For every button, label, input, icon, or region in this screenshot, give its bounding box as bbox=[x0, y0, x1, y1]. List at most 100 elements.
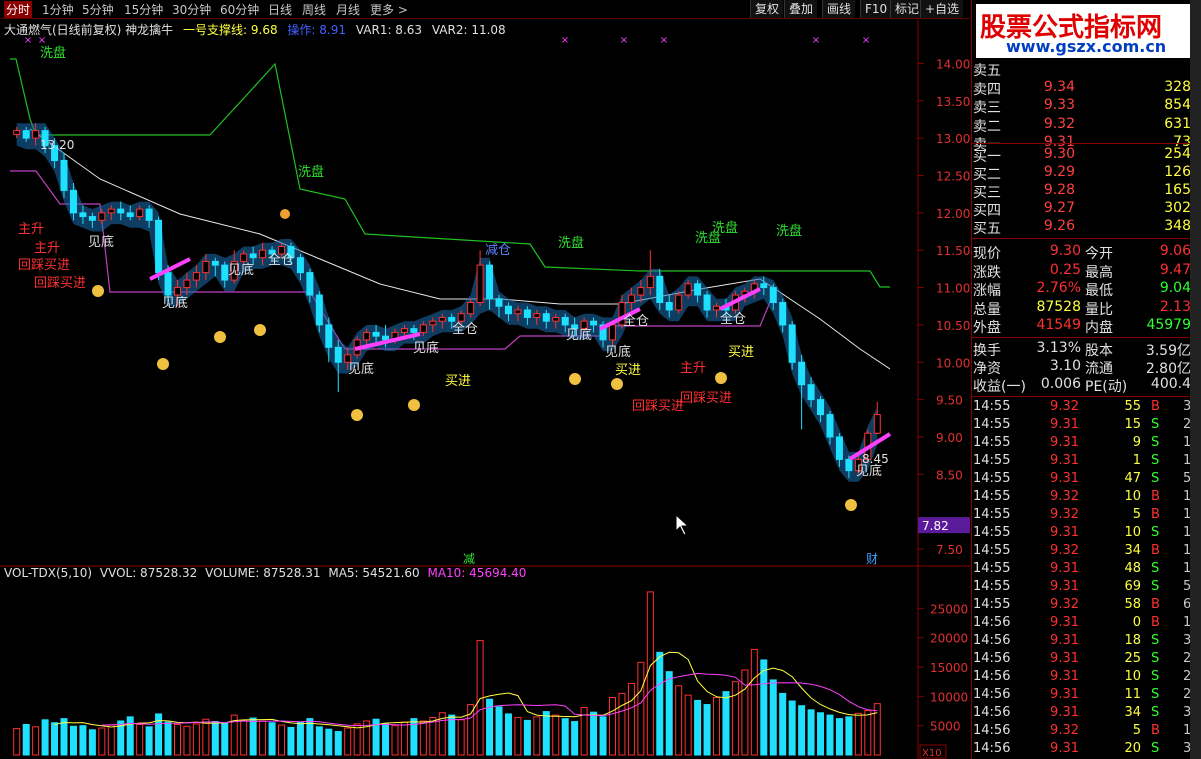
tick-volume: 11 bbox=[1124, 687, 1141, 702]
toolbar-button-0[interactable]: 复权 bbox=[750, 0, 784, 18]
tick-volume: 34 bbox=[1124, 705, 1141, 720]
tick-volume: 10 bbox=[1124, 525, 1141, 540]
money-bag-icon bbox=[715, 372, 727, 384]
candle-body bbox=[79, 212, 87, 218]
candle-body bbox=[552, 316, 560, 322]
tick-time: 14:55 bbox=[973, 471, 1011, 486]
bid-price: 9.29 bbox=[1043, 164, 1075, 180]
tick-price: 9.32 bbox=[1050, 507, 1079, 522]
toolbar-button-3[interactable]: F10 bbox=[860, 0, 892, 18]
quote-row: 涨幅 2.76% 最低 9.04 bbox=[973, 280, 1195, 299]
tick-volume: 34 bbox=[1124, 543, 1141, 558]
tick-scrollbar[interactable] bbox=[1190, 0, 1201, 759]
quancang-label: 全仓 bbox=[720, 311, 746, 327]
candle-body bbox=[703, 294, 711, 311]
quancang-label: 全仓 bbox=[623, 313, 649, 329]
quancang-label: 全仓 bbox=[268, 252, 294, 268]
volume-bar bbox=[183, 725, 191, 756]
candle-body bbox=[684, 283, 692, 296]
tick-side: S bbox=[1151, 561, 1160, 576]
period-tab-4[interactable]: 30分钟 bbox=[172, 1, 211, 18]
quote-value: 3.10 bbox=[1049, 358, 1081, 374]
period-tab-9[interactable]: 更多 > bbox=[370, 1, 408, 18]
period-tab-0[interactable]: 分时 bbox=[4, 1, 33, 18]
period-tab-6[interactable]: 日线 bbox=[268, 1, 292, 18]
candle-body bbox=[760, 283, 768, 289]
period-tab-2[interactable]: 5分钟 bbox=[82, 1, 114, 18]
tick-side: B bbox=[1151, 615, 1160, 630]
bid-price: 9.30 bbox=[1043, 146, 1075, 162]
candle-body bbox=[637, 287, 645, 296]
candle-body bbox=[60, 160, 68, 191]
price-axis-label: 10.50 bbox=[936, 319, 970, 333]
ask-label: 卖二 bbox=[973, 118, 1001, 135]
tick-volume: 20 bbox=[1124, 741, 1141, 756]
volume-bar bbox=[684, 694, 692, 756]
tick-volume: 0 bbox=[1132, 615, 1141, 630]
toolbar-button-4[interactable]: 标记 bbox=[890, 0, 924, 18]
volume-bar bbox=[192, 723, 200, 756]
quote-value: 400.4 bbox=[1150, 376, 1191, 392]
volume-bar bbox=[713, 697, 721, 756]
magenta-support-line bbox=[10, 170, 775, 350]
candle-body bbox=[533, 313, 541, 318]
tick-volume: 25 bbox=[1124, 651, 1141, 666]
volume-bar bbox=[98, 727, 106, 756]
candle-body bbox=[117, 208, 125, 214]
tick-price: 9.31 bbox=[1050, 705, 1079, 720]
quote-value: 3.59亿 bbox=[1145, 343, 1191, 359]
toolbar-button-5[interactable]: +自选 bbox=[920, 0, 964, 18]
tick-row: 14:55 9.31 15 S 2 bbox=[973, 417, 1195, 435]
jiandi-label: 见底 bbox=[605, 344, 631, 360]
tick-row: 14:55 9.31 47 S 5 bbox=[973, 471, 1195, 489]
candle-body bbox=[476, 264, 484, 303]
volume-bar bbox=[854, 712, 862, 756]
tick-volume: 55 bbox=[1124, 399, 1141, 414]
volume-bar bbox=[817, 712, 825, 756]
money-bag-icon bbox=[408, 399, 420, 411]
tick-time: 14:56 bbox=[973, 687, 1011, 702]
volume-bar bbox=[646, 591, 654, 756]
toolbar-button-1[interactable]: 叠加 bbox=[784, 0, 818, 18]
tick-volume: 18 bbox=[1124, 633, 1141, 648]
tick-price: 9.31 bbox=[1050, 417, 1079, 432]
tick-price: 9.31 bbox=[1050, 687, 1079, 702]
price-axis-label: 13.00 bbox=[936, 132, 970, 146]
candle-body bbox=[22, 130, 30, 139]
tick-row: 14:55 9.32 58 B 6 bbox=[973, 597, 1195, 615]
quote-value: 0.006 bbox=[1040, 376, 1081, 392]
candle-body bbox=[183, 279, 191, 289]
volume-bar bbox=[571, 721, 579, 756]
quote-value: 0.25 bbox=[1049, 261, 1081, 278]
period-tab-1[interactable]: 1分钟 bbox=[42, 1, 74, 18]
volume-bar bbox=[240, 719, 248, 756]
tick-row: 14:56 9.31 10 S 2 bbox=[973, 669, 1195, 687]
jiandi-label: 见底 bbox=[88, 234, 114, 250]
period-tab-5[interactable]: 60分钟 bbox=[220, 1, 259, 18]
volume-bar bbox=[779, 692, 787, 756]
volume-bar bbox=[249, 717, 257, 756]
volume-bar bbox=[656, 651, 664, 756]
quote-label: 最低 bbox=[1085, 283, 1113, 299]
period-tab-7[interactable]: 周线 bbox=[302, 1, 326, 18]
price-axis-label: 7.82 bbox=[922, 519, 949, 533]
candle-body bbox=[448, 316, 456, 322]
volume-bar bbox=[457, 719, 465, 756]
x-mark: × bbox=[660, 35, 668, 46]
volume-bar bbox=[741, 669, 749, 756]
quote-value: 9.47 bbox=[1159, 261, 1191, 278]
period-tab-3[interactable]: 15分钟 bbox=[124, 1, 163, 18]
kline-chart[interactable]: 14.00 13.50 13.00 12.50 12.00 11.50 11.00 10.50… bbox=[0, 19, 970, 759]
bid-volume: 302 bbox=[1164, 200, 1191, 216]
toolbar-button-2[interactable]: 画线 bbox=[822, 0, 856, 18]
ask-volume: 854 bbox=[1164, 97, 1191, 113]
volume-bar bbox=[760, 659, 768, 756]
tick-side: S bbox=[1151, 687, 1160, 702]
quote-value: 41549 bbox=[1036, 317, 1081, 333]
tick-price: 9.31 bbox=[1050, 435, 1079, 450]
quote-value: 2.76% bbox=[1036, 280, 1081, 296]
volume-bar bbox=[145, 726, 153, 756]
volume-bar bbox=[750, 648, 758, 756]
period-tab-8[interactable]: 月线 bbox=[336, 1, 360, 18]
tick-time: 14:55 bbox=[973, 597, 1011, 612]
